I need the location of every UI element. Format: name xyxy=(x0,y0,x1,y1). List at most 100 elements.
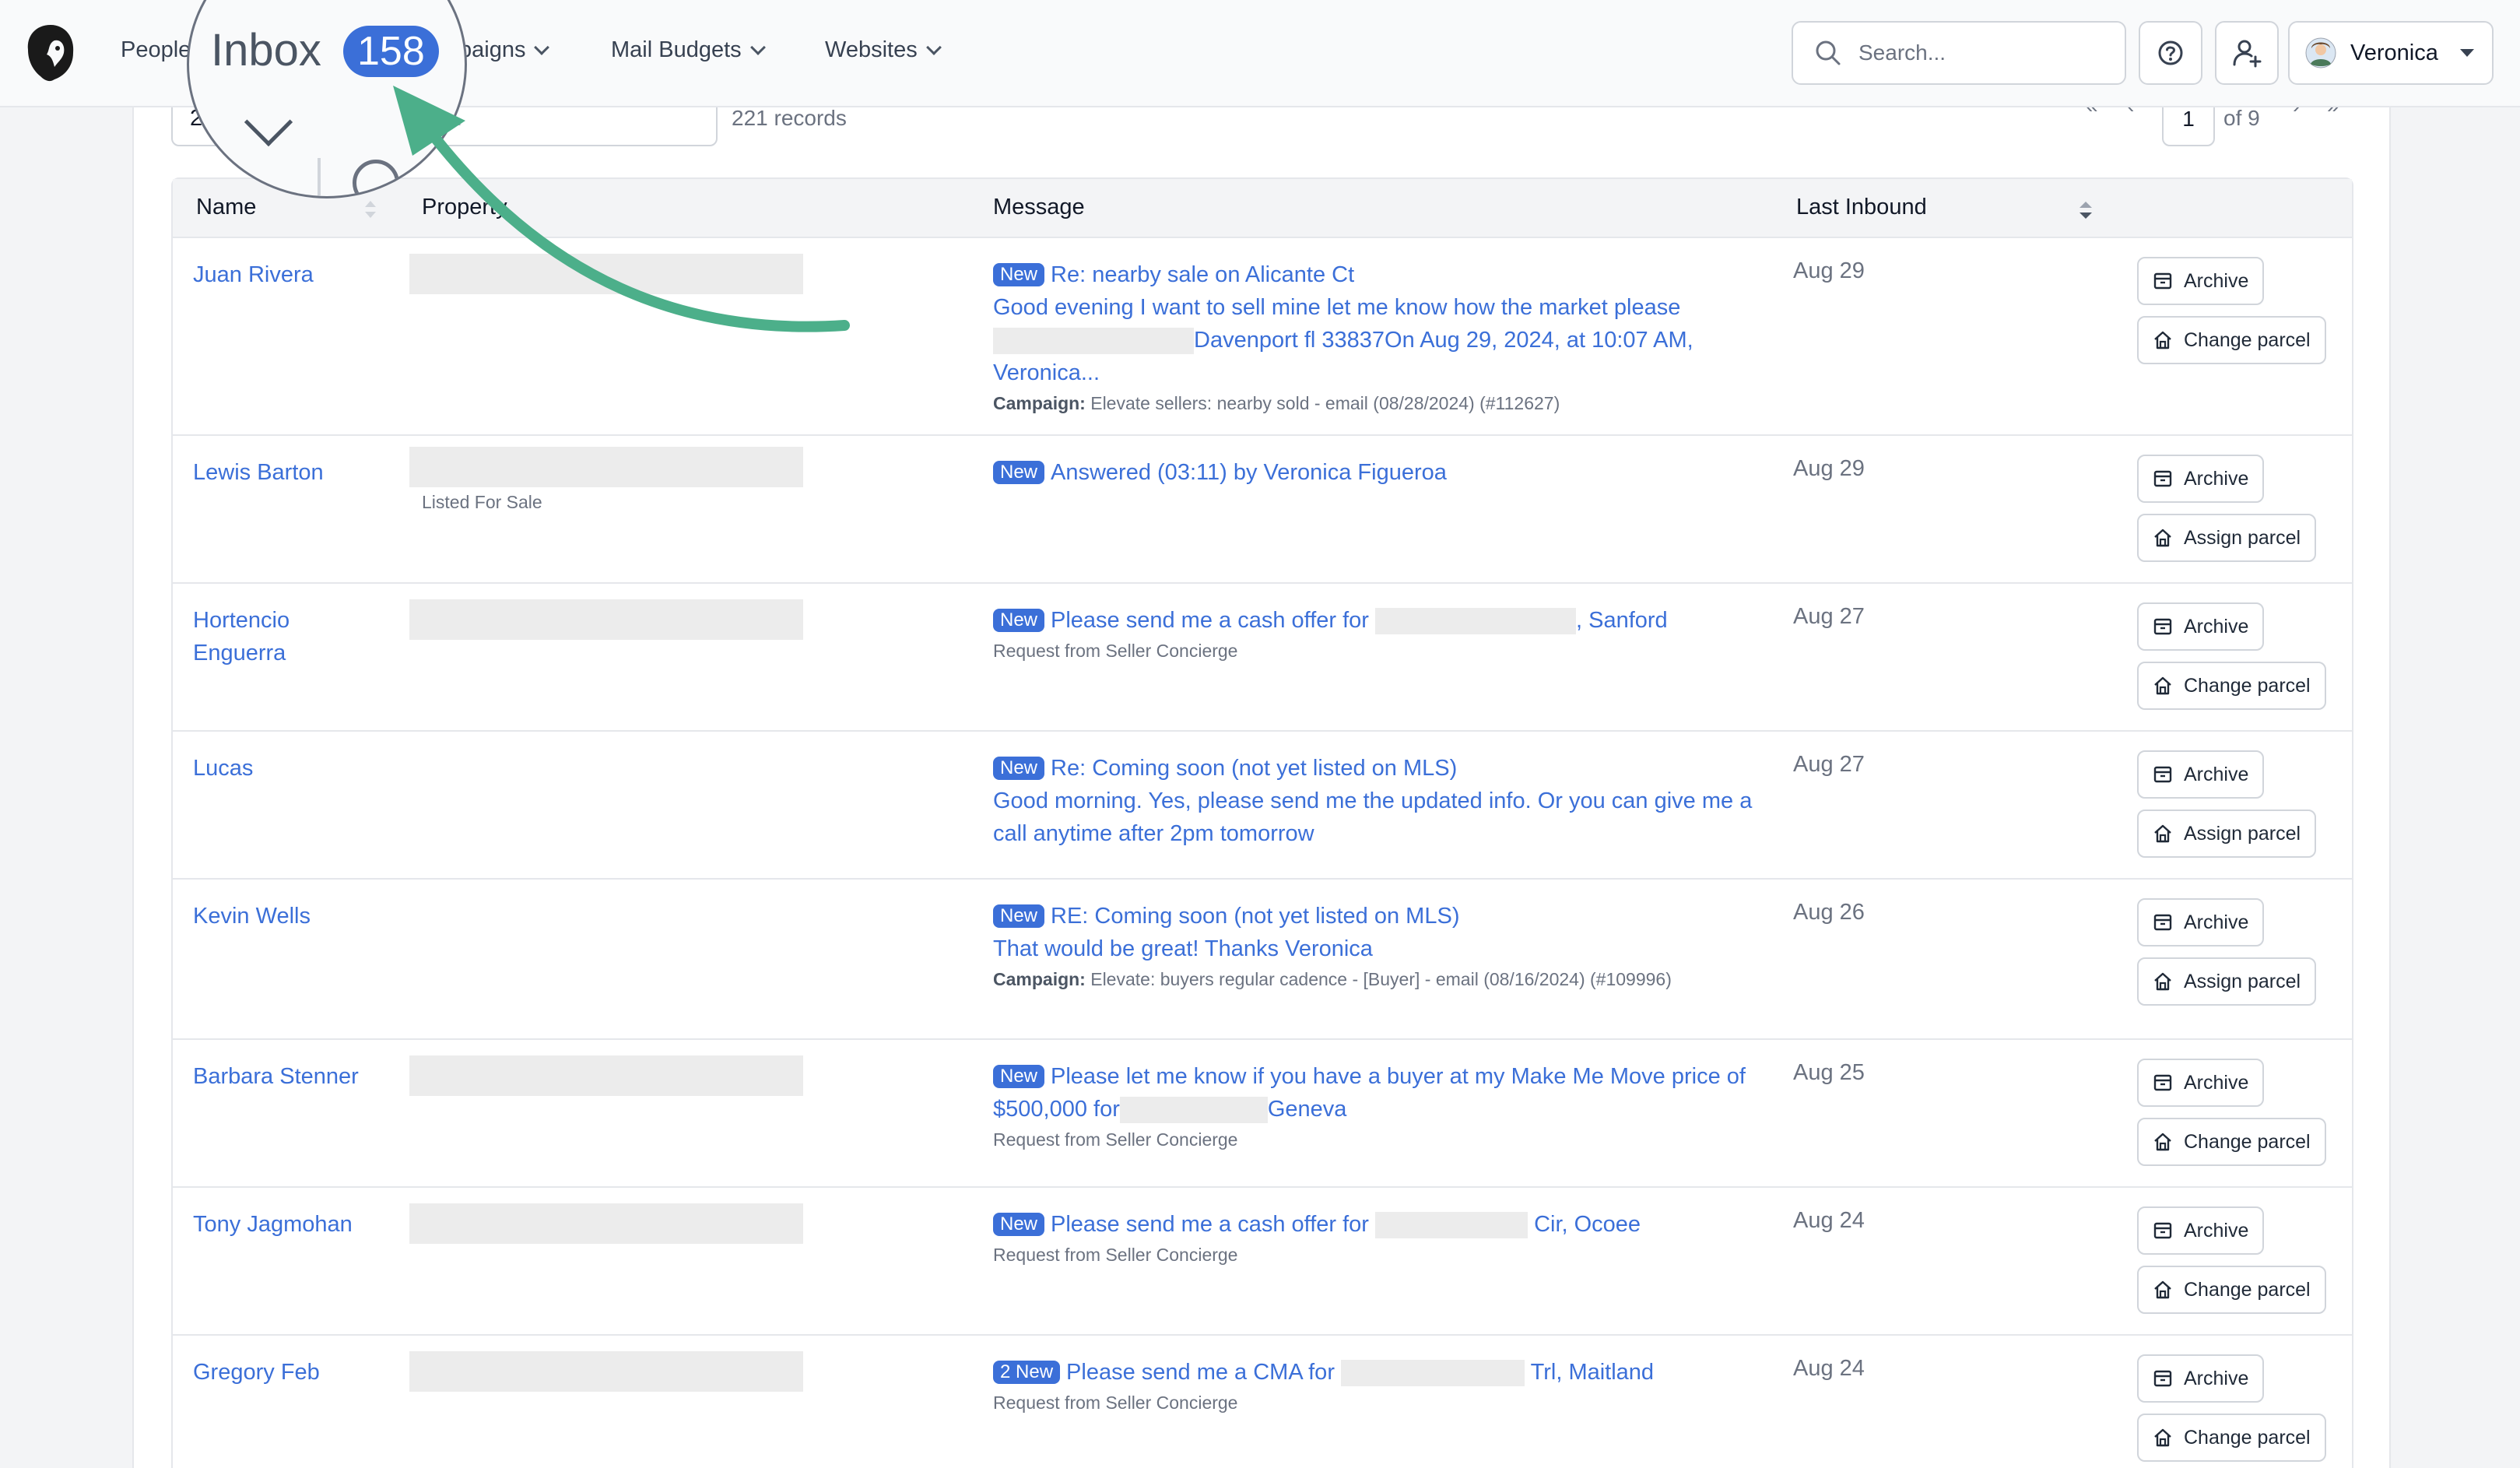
archive-button[interactable]: Archive xyxy=(2137,455,2265,503)
row-name-link[interactable]: Juan Rivera xyxy=(193,258,380,291)
table-row[interactable]: Hortencio Enguerra New Please send me a c… xyxy=(173,584,2352,732)
new-badge: New xyxy=(993,609,1045,632)
message-subject[interactable]: Please send me a cash offer for xyxy=(1051,1212,1369,1237)
message-subject-cont[interactable]: Geneva xyxy=(1268,1097,1347,1122)
archive-label: Archive xyxy=(2184,911,2249,933)
archive-button[interactable]: Archive xyxy=(2137,1206,2265,1255)
house-icon xyxy=(2154,1133,2171,1151)
redacted-text xyxy=(1119,1097,1268,1124)
inbox-title[interactable]: Inbox xyxy=(211,24,321,76)
search-icon xyxy=(1816,40,1841,65)
row-name-link[interactable]: Kevin Wells xyxy=(193,900,380,932)
archive-label: Archive xyxy=(2184,1219,2249,1241)
archive-button[interactable]: Archive xyxy=(2137,602,2265,651)
row-name-link[interactable]: Lewis Barton xyxy=(193,456,380,489)
assign-parcel-button[interactable]: Assign parcel xyxy=(2137,514,2317,562)
message-cell[interactable]: New Answered (03:11) by Veronica Figueroa xyxy=(993,456,1771,489)
message-subject[interactable]: Answered (03:11) by Veronica Figueroa xyxy=(1051,460,1447,485)
table-row[interactable]: Juan Rivera New Re: nearby sale on Alican… xyxy=(173,238,2352,436)
nav-campaigns[interactable]: paigns xyxy=(459,37,550,63)
change-parcel-label: Change parcel xyxy=(2184,1130,2311,1153)
nav-websites[interactable]: Websites xyxy=(825,37,942,63)
nav-mail-budgets[interactable]: Mail Budgets xyxy=(611,37,766,63)
last-inbound-date: Aug 27 xyxy=(1793,604,1865,629)
nav-websites-label: Websites xyxy=(825,37,918,62)
house-icon xyxy=(2154,1280,2171,1299)
message-source: Request from Seller Concierge xyxy=(993,1129,1238,1150)
change-parcel-button[interactable]: Change parcel xyxy=(2137,1118,2326,1166)
inbox-count-badge: 158 xyxy=(343,26,439,77)
archive-icon xyxy=(2153,1370,2172,1387)
archive-button[interactable]: Archive xyxy=(2137,1059,2265,1107)
message-cell[interactable]: New Re: nearby sale on Alicante Ct Good e… xyxy=(993,258,1771,417)
message-subject-cont[interactable]: Trl, Maitland xyxy=(1531,1360,1654,1385)
message-subject-cont[interactable]: , Sanford xyxy=(1576,608,1668,633)
assign-parcel-button[interactable]: Assign parcel xyxy=(2137,957,2317,1006)
table-row[interactable]: Lucas New Re: Coming soon (not yet listed… xyxy=(173,732,2352,880)
message-subject[interactable]: Please let me know if you have a buyer a… xyxy=(993,1064,1746,1122)
redacted-text xyxy=(1341,1360,1525,1387)
assign-parcel-button[interactable]: Assign parcel xyxy=(2137,810,2317,858)
change-parcel-label: Change parcel xyxy=(2184,328,2311,351)
message-subject[interactable]: Re: nearby sale on Alicante Ct xyxy=(1051,262,1354,287)
table-header: Name Property Message Last Inbound xyxy=(173,179,2352,238)
message-subject[interactable]: Re: Coming soon (not yet listed on MLS) xyxy=(1051,756,1457,781)
message-cell[interactable]: New Please let me know if you have a buye… xyxy=(993,1060,1771,1154)
table-row[interactable]: Barbara Stenner New Please let me know if… xyxy=(173,1040,2352,1188)
house-icon xyxy=(2154,676,2171,695)
archive-label: Archive xyxy=(2184,1071,2249,1094)
user-menu-button[interactable]: Veronica xyxy=(2288,21,2494,85)
property-redacted xyxy=(409,1055,803,1096)
archive-label: Archive xyxy=(2184,615,2249,637)
message-cell[interactable]: 2 New Please send me a CMA for Trl, Maitl… xyxy=(993,1356,1771,1417)
header-last-inbound[interactable]: Last Inbound xyxy=(1796,195,1927,220)
message-subject[interactable]: Please send me a CMA for xyxy=(1066,1360,1335,1385)
campaign-info: Elevate: buyers regular cadence - [Buyer… xyxy=(1090,969,1672,989)
row-name-link[interactable]: Barbara Stenner xyxy=(193,1060,380,1093)
message-cell[interactable]: New Please send me a cash offer for , San… xyxy=(993,604,1771,665)
last-inbound-date: Aug 27 xyxy=(1793,752,1865,777)
message-subject-cont[interactable]: Cir, Ocoee xyxy=(1534,1212,1641,1237)
table-row[interactable]: Tony Jagmohan New Please send me a cash o… xyxy=(173,1188,2352,1336)
message-subject[interactable]: RE: Coming soon (not yet listed on MLS) xyxy=(1051,904,1459,929)
sort-desc-icon[interactable] xyxy=(2076,198,2095,223)
change-parcel-button[interactable]: Change parcel xyxy=(2137,1266,2326,1314)
archive-button[interactable]: Archive xyxy=(2137,898,2265,946)
message-cell[interactable]: New RE: Coming soon (not yet listed on ML… xyxy=(993,900,1771,993)
row-name-link[interactable]: Lucas xyxy=(193,752,380,785)
table-row[interactable]: Kevin Wells New RE: Coming soon (not yet … xyxy=(173,880,2352,1040)
new-badge: New xyxy=(993,461,1045,484)
records-count: 221 records xyxy=(732,106,847,130)
house-icon xyxy=(2154,972,2171,991)
change-parcel-button[interactable]: Change parcel xyxy=(2137,662,2326,710)
change-parcel-button[interactable]: Change parcel xyxy=(2137,316,2326,364)
archive-label: Archive xyxy=(2184,1367,2249,1389)
page-total: of 9 xyxy=(2223,106,2260,130)
question-circle-icon xyxy=(2158,40,2183,65)
help-button[interactable] xyxy=(2139,21,2202,85)
add-user-button[interactable] xyxy=(2215,21,2279,85)
search-input[interactable] xyxy=(1858,40,2108,65)
sort-icon[interactable] xyxy=(363,198,378,221)
archive-icon xyxy=(2153,618,2172,635)
archive-button[interactable]: Archive xyxy=(2137,750,2265,799)
property-redacted xyxy=(409,599,803,640)
row-name-link[interactable]: Hortencio Enguerra xyxy=(193,604,380,669)
table-row[interactable]: Gregory Feb 2 New Please send me a CMA fo… xyxy=(173,1336,2352,1468)
row-name-link[interactable]: Gregory Feb xyxy=(193,1356,380,1389)
message-cell[interactable]: New Re: Coming soon (not yet listed on ML… xyxy=(993,752,1771,850)
header-name[interactable]: Name xyxy=(196,195,256,220)
message-subject[interactable]: Please send me a cash offer for xyxy=(1051,608,1369,633)
change-parcel-button[interactable]: Change parcel xyxy=(2137,1414,2326,1462)
archive-icon xyxy=(2153,272,2172,290)
lion-logo-icon[interactable] xyxy=(23,22,78,84)
message-cell[interactable]: New Please send me a cash offer for Cir, … xyxy=(993,1208,1771,1269)
table-row[interactable]: Lewis Barton Listed For Sale New Answered… xyxy=(173,436,2352,584)
archive-button[interactable]: Archive xyxy=(2137,1354,2265,1403)
chevron-down-icon xyxy=(925,39,942,55)
row-name-link[interactable]: Tony Jagmohan xyxy=(193,1208,380,1241)
archive-button[interactable]: Archive xyxy=(2137,257,2265,305)
new-badge: New xyxy=(993,904,1045,928)
nav-people[interactable]: People xyxy=(121,37,191,63)
search-box[interactable] xyxy=(1792,21,2126,85)
